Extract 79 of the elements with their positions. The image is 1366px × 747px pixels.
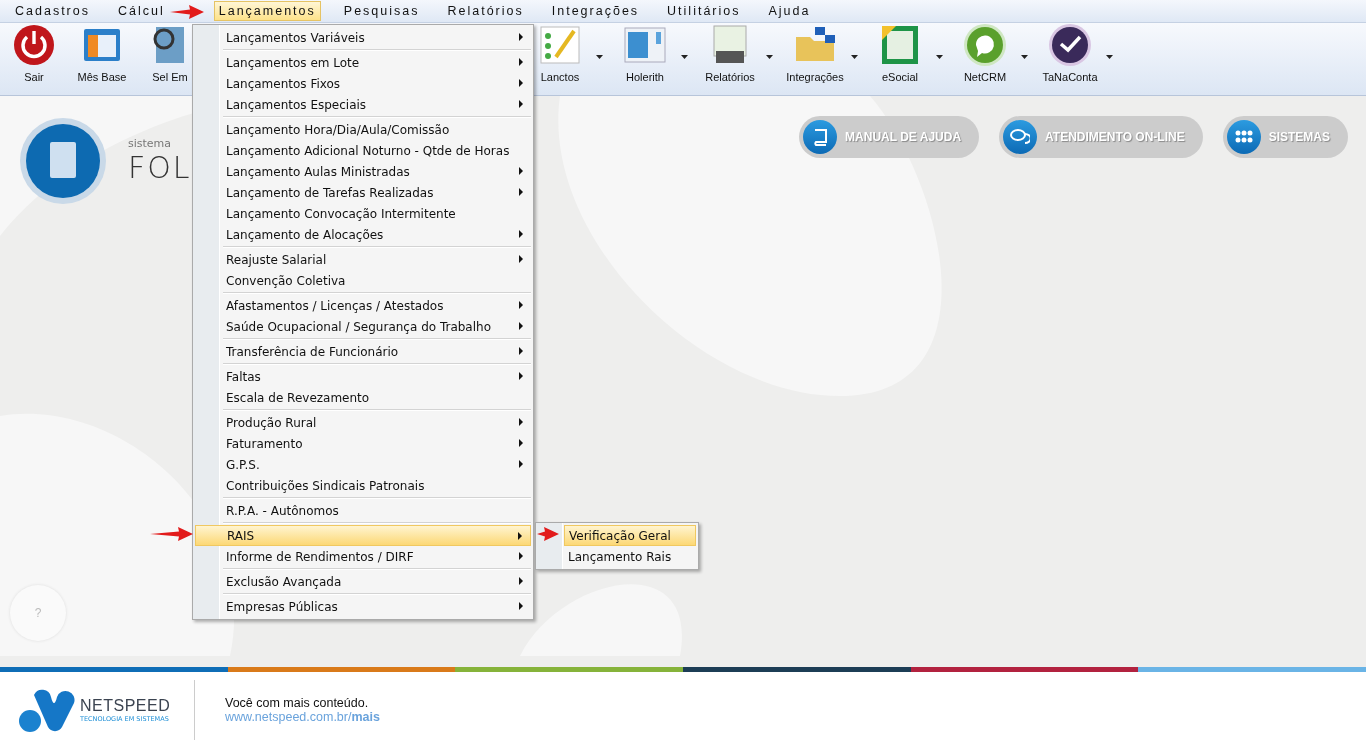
submenu-arrow-icon — [519, 167, 523, 175]
submenu-arrow-icon — [519, 230, 523, 238]
submenu-arrow-icon — [519, 439, 523, 447]
menu-item[interactable]: R.P.A. - Autônomos — [195, 500, 531, 521]
power-icon — [12, 23, 56, 67]
submenu-arrow-icon — [519, 372, 523, 380]
menu-item[interactable]: Verificação Geral — [564, 525, 696, 546]
caret-icon[interactable] — [596, 55, 603, 59]
toolbar-button[interactable]: NetCRM — [949, 23, 1021, 88]
menu-item[interactable]: Integrações — [546, 1, 645, 21]
caret-icon[interactable] — [681, 55, 688, 59]
menu-item[interactable]: Contribuições Sindicais Patronais — [195, 475, 531, 496]
menu-item[interactable]: G.P.S. — [195, 454, 531, 475]
checklist-icon — [538, 23, 582, 67]
menu-item[interactable]: Transferência de Funcionário — [195, 341, 531, 362]
menu-item[interactable]: Lançamento de Alocações — [195, 224, 531, 245]
menu-item[interactable]: Informe de Rendimentos / DIRF — [195, 546, 531, 567]
menu-item[interactable]: Lançamento Aulas Ministradas — [195, 161, 531, 182]
menu-item[interactable]: Lançamento Adicional Noturno - Qtde de Horas — [195, 140, 531, 161]
toolbar-button[interactable]: Mês Base — [68, 23, 136, 88]
menu-item[interactable]: Ajuda — [763, 1, 816, 21]
menu-item[interactable]: Pesquisas — [338, 1, 425, 21]
menu-item[interactable]: Produção Rural — [195, 412, 531, 433]
submenu-arrow-icon — [518, 532, 522, 540]
pointer-arrow — [537, 527, 559, 541]
menu-item[interactable]: Reajuste Salarial — [195, 249, 531, 270]
brand-caption: sistema — [128, 137, 173, 150]
menu-item[interactable]: Escala de Revezamento — [195, 387, 531, 408]
toolbar-button[interactable]: TaNaConta — [1034, 23, 1106, 88]
submenu-arrow-icon — [519, 552, 523, 560]
footer-message: Você com mais conteúdo. — [225, 695, 370, 710]
submenu-arrow-icon — [519, 58, 523, 66]
menu-item[interactable]: Relatórios — [442, 1, 529, 21]
toolbar-button[interactable]: Relatórios — [694, 23, 766, 88]
checkmark-icon — [1048, 23, 1092, 67]
menu-item[interactable]: Lançamento Rais — [564, 546, 696, 567]
caret-icon[interactable] — [1106, 55, 1113, 59]
menu-item[interactable]: Exclusão Avançada — [195, 571, 531, 592]
toolbar-button[interactable]: eSocial — [864, 23, 936, 88]
menu-item[interactable]: Convenção Coletiva — [195, 270, 531, 291]
submenu-arrow-icon — [519, 301, 523, 309]
caret-icon[interactable] — [851, 55, 858, 59]
submenu-arrow-icon — [519, 418, 523, 426]
menu-item[interactable]: Lançamento Convocação Intermitente — [195, 203, 531, 224]
submenu-arrow-icon — [519, 188, 523, 196]
menu-item[interactable]: Cálcul — [113, 1, 170, 21]
toolbar-button[interactable]: Sair — [0, 23, 68, 88]
brand-name: FOL — [128, 150, 192, 185]
submenu-arrow-icon — [519, 322, 523, 330]
menu-item[interactable]: RAIS — [195, 525, 531, 546]
submenu-arrow-icon — [519, 577, 523, 585]
chat-icon — [963, 23, 1007, 67]
grid-icon — [1234, 130, 1253, 144]
menu-item[interactable]: Cadastros — [10, 1, 95, 21]
submenu-arrow-icon — [519, 33, 523, 41]
logo-icon — [20, 118, 106, 204]
menu-item[interactable]: Lançamento Hora/Dia/Aula/Comissão — [195, 119, 531, 140]
menu-item[interactable]: Lançamentos Especiais — [195, 94, 531, 115]
menu-item[interactable]: Saúde Ocupacional / Segurança do Trabalho — [195, 316, 531, 337]
caret-icon[interactable] — [936, 55, 943, 59]
submenu-arrow-icon — [519, 460, 523, 468]
toolbar-button[interactable]: Holerith — [609, 23, 681, 88]
caret-icon[interactable] — [1021, 55, 1028, 59]
menu-item[interactable]: Empresas Públicas — [195, 596, 531, 617]
menu-item[interactable]: Lançamento de Tarefas Realizadas — [195, 182, 531, 203]
submenu-arrow-icon — [519, 100, 523, 108]
menu-item[interactable]: Faltas — [195, 366, 531, 387]
submenu-arrow-icon — [519, 602, 523, 610]
menu-item[interactable]: Utilitários — [662, 1, 746, 21]
menu-item[interactable]: Faturamento — [195, 433, 531, 454]
caret-icon[interactable] — [766, 55, 773, 59]
submenu-arrow-icon — [519, 79, 523, 87]
toolbar-button[interactable]: Integrações — [779, 23, 851, 88]
chat-icon — [1010, 128, 1031, 146]
menu-item[interactable]: Lançamentos — [213, 1, 321, 21]
submenu-arrow-icon — [519, 347, 523, 355]
company-name: NETSPEED — [80, 696, 171, 715]
submenu-arrow-icon — [519, 255, 523, 263]
menu-item[interactable]: Afastamentos / Licenças / Atestados — [195, 295, 531, 316]
